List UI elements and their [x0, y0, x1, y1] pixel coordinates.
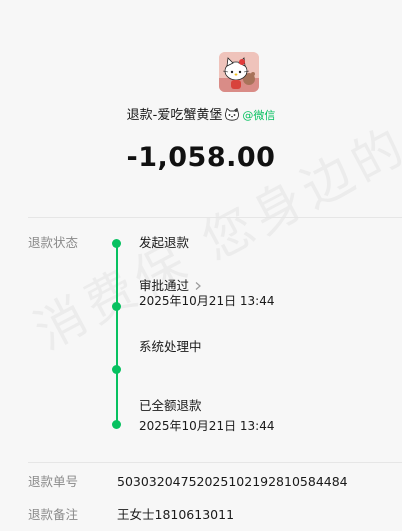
- step-refunded-time: 2025年10月21日 13:44: [139, 419, 275, 433]
- step-processing-title: 系统处理中: [139, 339, 202, 354]
- refund-remark-value: 王女士1810613011: [117, 507, 235, 522]
- timeline-dot: [112, 365, 121, 374]
- refund-amount: -1,058.00: [126, 142, 276, 173]
- refund-detail-page: 消费保 您身边的 退款-爱吃蟹黄堡: [0, 0, 402, 531]
- step-approved-title: 审批通过: [139, 278, 190, 293]
- merchant-row: 退款-爱吃蟹黄堡 @微信: [0, 106, 402, 126]
- chevron-right-icon: [195, 282, 201, 290]
- refund-status-label: 退款状态: [28, 235, 79, 250]
- kitty-face-icon: [225, 108, 240, 121]
- timeline-dot: [112, 239, 121, 248]
- timeline-dot: [112, 420, 121, 429]
- refund-number-value[interactable]: 50303204752025102192810584484: [117, 473, 348, 491]
- merchant-name: 退款-爱吃蟹黄堡: [126, 108, 223, 123]
- divider: [28, 462, 402, 463]
- step-approved-time: 2025年10月21日 13:44: [139, 294, 275, 308]
- step-refunded-title: 已全额退款: [139, 398, 202, 413]
- divider: [28, 217, 402, 218]
- timeline-dot: [112, 302, 121, 311]
- hello-kitty-avatar-icon: [219, 52, 259, 92]
- timeline-line: [116, 243, 118, 424]
- watermark: 消费保 您身边的: [20, 56, 402, 364]
- merchant-avatar[interactable]: [219, 52, 259, 92]
- refund-number-label: 退款单号: [28, 474, 79, 489]
- wechat-via-label: @微信: [242, 109, 276, 122]
- step-initiated-title: 发起退款: [139, 235, 190, 250]
- refund-remark-label: 退款备注: [28, 507, 79, 522]
